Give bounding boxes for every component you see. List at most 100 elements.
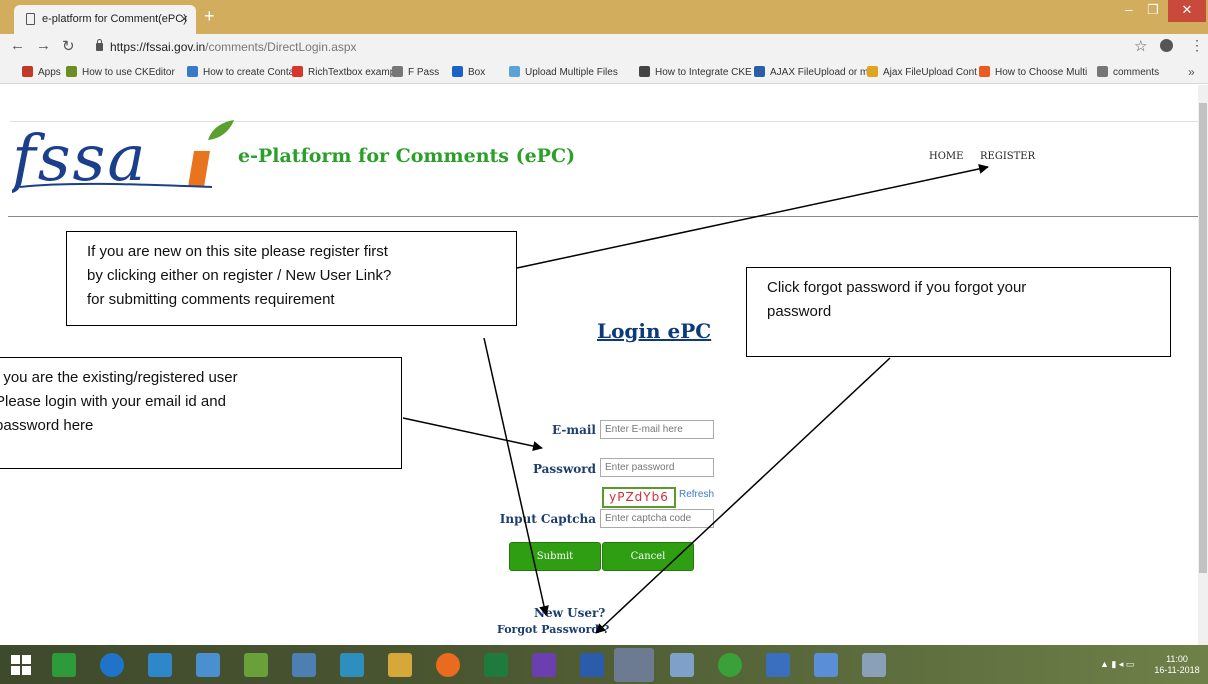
bookmark-item[interactable]: How to create Conta [187,66,294,78]
bookmark-icon [187,66,198,77]
outlook-icon[interactable] [148,653,172,677]
bookmark-item[interactable]: How to Choose Multi [979,66,1087,78]
arrow-to-new-user [483,337,549,616]
submit-button[interactable]: Submit [509,542,601,571]
captcha-image: yPZdYb6 [602,487,676,508]
bookmark-icon [754,66,765,77]
clock-date: 16-11-2018 [1154,665,1200,675]
menu-icon[interactable]: ⋮ [1190,37,1204,54]
app-icon[interactable] [670,653,694,677]
screen: e-platform for Comment(ePC) × + – ❐ ✕ ← … [0,0,1208,684]
excel-icon[interactable] [484,653,508,677]
bookmark-label: How to Choose Multi [995,67,1088,78]
bookmark-item[interactable]: comments [1097,66,1159,78]
store-icon[interactable] [52,653,76,677]
bookmark-label: RichTextbox example [308,67,404,78]
bookmark-label: Ajax FileUpload Cont [883,67,977,78]
page-content: fssa e-Platform for Comments (ePC) HOME … [0,85,1198,645]
existing-user-callout: f you are the existing/registered user P… [0,357,402,469]
address-bar[interactable]: https://fssai.gov.in/comments/DirectLogi… [110,40,357,54]
email-field[interactable] [600,420,714,439]
lock-icon [96,39,103,51]
bookmark-item[interactable]: Upload Multiple Files [509,66,618,78]
windows-taskbar: ▲ ▮ ◂ ▭ 11:00 16-11-2018 [0,645,1208,684]
visual-studio-icon[interactable] [532,653,556,677]
bookmark-item[interactable]: AJAX FileUpload or m [754,66,868,78]
bookmark-label: AJAX FileUpload or m [770,67,869,78]
restore-button[interactable]: ❐ [1140,0,1166,22]
clock-time: 11:00 [1166,654,1188,664]
bookmark-label: F Pass [408,67,440,78]
page-icon [26,13,35,25]
bookmark-icon [639,66,650,77]
password-field[interactable] [600,458,714,477]
account-icon[interactable] [1160,39,1173,52]
callout-text: Click forgot password if you forgot your [767,279,1027,296]
forward-icon[interactable]: → [36,37,51,54]
bookmark-label: Upload Multiple Files [525,67,618,78]
bookmark-label: How to create Conta [203,67,295,78]
bookmark-label: Apps [38,67,61,78]
password-label: Password [532,462,596,476]
firefox-icon[interactable] [436,653,460,677]
bookmark-item[interactable]: RichTextbox example [292,66,403,78]
bookmark-item[interactable]: How to use CKEditor [66,66,175,78]
bookmark-icon [979,66,990,77]
app-icon[interactable] [766,653,790,677]
bookmark-star-icon[interactable]: ☆ [1134,37,1147,55]
minimize-button[interactable]: – [1118,0,1140,22]
app-icon[interactable] [862,653,886,677]
bookmark-icon [392,66,403,77]
browser-tab[interactable]: e-platform for Comment(ePC) × [14,5,196,34]
paint-icon[interactable] [292,653,316,677]
internet-explorer-icon[interactable] [100,653,124,677]
arrow-to-login-form [402,417,543,451]
bookmark-label: Box [468,67,486,78]
windows-start-icon[interactable] [9,653,33,677]
bookmark-item[interactable]: F Pass [392,66,439,78]
nav-register-link[interactable]: REGISTER [980,151,1035,162]
close-window-button[interactable]: ✕ [1168,0,1206,22]
scrollbar-thumb[interactable] [1199,103,1207,573]
system-tray-icons[interactable]: ▲ ▮ ◂ ▭ [1100,659,1134,670]
app-icon[interactable] [718,653,742,677]
arrow-to-register [516,163,989,269]
tab-title: e-platform for Comment(ePC) [42,13,187,25]
bookmarks-bar: » Apps How to use CKEditor How to create C… [0,60,1208,84]
captcha-input[interactable] [600,509,714,528]
bookmarks-overflow-icon[interactable]: » [1188,65,1195,79]
word-icon[interactable] [580,653,604,677]
cancel-button[interactable]: Cancel [602,542,694,571]
new-user-link[interactable]: New User? [534,606,605,620]
url-path: /comments/DirectLogin.aspx [205,40,357,54]
bookmark-item[interactable]: Box [452,66,485,78]
photos-icon[interactable] [340,653,364,677]
bookmark-label: How to Integrate CKE [655,67,752,78]
file-explorer-icon[interactable] [388,653,412,677]
forgot-password-link[interactable]: Forgot Password ? [497,623,609,636]
url-host: https://fssai.gov.in [110,40,206,54]
chrome-icon[interactable] [614,648,654,682]
nav-home-link[interactable]: HOME [929,151,963,162]
browser-titlebar: e-platform for Comment(ePC) × + – ❐ ✕ [0,0,1208,34]
app-icon[interactable] [244,653,268,677]
bookmark-icon [452,66,463,77]
captcha-refresh-link[interactable]: Refresh [679,489,714,500]
callout-text: Please login with your email id and [0,393,226,410]
bookmark-icon [867,66,878,77]
login-heading: Login ePC [597,319,712,343]
bookmark-icon [509,66,520,77]
new-tab-button[interactable]: + [204,6,215,27]
bookmark-icon [292,66,303,77]
taskbar-clock[interactable]: 11:00 16-11-2018 [1152,654,1202,676]
bookmark-item[interactable]: Ajax FileUpload Cont [867,66,977,78]
app-icon[interactable] [814,653,838,677]
home-icon[interactable] [196,653,220,677]
reload-icon[interactable]: ↻ [62,37,75,55]
back-icon[interactable]: ← [10,37,25,54]
tab-close-icon[interactable]: × [180,11,188,26]
forgot-password-callout: Click forgot password if you forgot your… [746,267,1171,357]
bookmark-label: How to use CKEditor [82,67,175,78]
bookmark-item[interactable]: How to Integrate CKE [639,66,752,78]
bookmark-item[interactable]: Apps [22,66,61,78]
